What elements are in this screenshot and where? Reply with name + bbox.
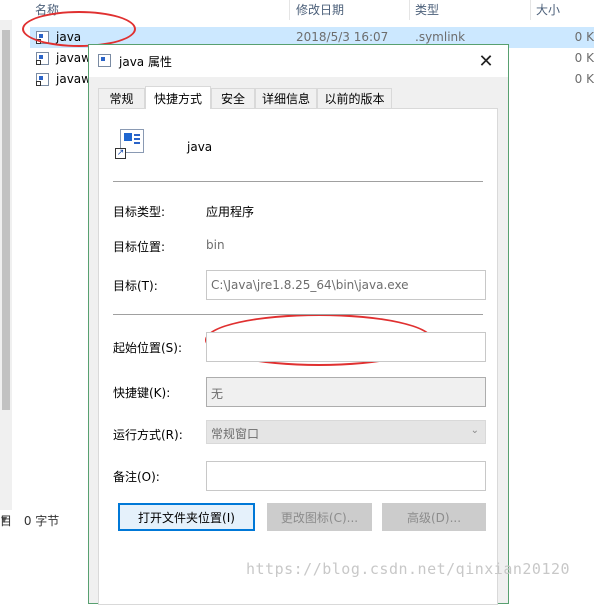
target-type-value: 应用程序 <box>206 205 255 219</box>
tab-details[interactable]: 详细信息 <box>255 88 317 108</box>
target-field[interactable]: C:\Java\jre1.8.25_64\bin\java.exe <box>206 270 486 300</box>
file-type: .symlink <box>415 30 466 44</box>
start-in-field[interactable] <box>206 332 486 362</box>
advanced-button[interactable]: 高级(D)... <box>382 503 486 531</box>
button-label: 打开文件夹位置(I) <box>138 510 235 525</box>
divider <box>113 181 483 182</box>
chevron-down-icon: ⌄ <box>470 425 479 436</box>
column-type[interactable]: 类型 <box>415 1 439 18</box>
change-icon-button[interactable]: 更改图标(C)... <box>267 503 372 531</box>
column-divider[interactable] <box>409 0 410 20</box>
hotkey-label: 快捷键(K): <box>113 386 171 400</box>
target-location-label: 目标位置: <box>113 240 166 254</box>
open-file-location-button[interactable]: 打开文件夹位置(I) <box>118 503 255 531</box>
file-size: 0 K <box>574 72 594 86</box>
icon-lines <box>134 134 140 146</box>
shortcut-large-icon: ↗ <box>115 129 145 159</box>
properties-dialog: java 属性 ✕ 常规 快捷方式 安全 详细信息 以前的版本 ↗ java 目… <box>88 44 509 605</box>
divider <box>113 314 483 315</box>
file-size: 0 K <box>574 51 594 65</box>
tab-label: 快捷方式 <box>153 91 202 106</box>
target-location-value: bin <box>206 238 225 252</box>
close-icon: ✕ <box>478 50 494 72</box>
hotkey-field[interactable]: 无 <box>206 377 486 407</box>
run-label: 运行方式(R): <box>113 428 183 442</box>
status-bar: 目 0 字节 <box>0 512 59 529</box>
file-date: 2018/5/3 16:07 <box>296 30 389 44</box>
file-name: javaw <box>56 51 91 65</box>
target-type-label: 目标类型: <box>113 205 166 219</box>
column-divider[interactable] <box>530 0 531 20</box>
close-button[interactable]: ✕ <box>464 45 508 77</box>
dialog-title: java 属性 <box>119 55 172 69</box>
column-size[interactable]: 大小 <box>536 1 560 18</box>
dialog-titlebar[interactable]: java 属性 ✕ <box>89 45 508 77</box>
watermark: https://blog.csdn.net/qinxian20120 <box>246 560 571 578</box>
shortcut-name: java <box>187 140 213 154</box>
icon-square <box>124 133 132 141</box>
target-label: 目标(T): <box>113 279 158 293</box>
tab-label: 安全 <box>220 92 245 106</box>
run-mode-value: 常规窗口 <box>211 427 260 441</box>
button-label: 更改图标(C)... <box>280 510 359 525</box>
annotation-circle <box>22 11 136 47</box>
comment-label: 备注(O): <box>113 470 160 484</box>
file-name: javaw <box>56 72 91 86</box>
tab-general[interactable]: 常规 <box>98 88 145 108</box>
tab-shortcut[interactable]: 快捷方式 <box>145 86 211 109</box>
shortcut-panel: ↗ java 目标类型: 应用程序 目标位置: bin 目标(T): C:\Ja… <box>98 108 498 605</box>
shortcut-file-icon <box>98 54 111 67</box>
run-mode-select[interactable]: 常规窗口 ⌄ <box>206 420 486 444</box>
scrollbar-thumb[interactable] <box>2 30 10 410</box>
tab-label: 以前的版本 <box>324 92 385 106</box>
button-label: 高级(D)... <box>406 510 462 525</box>
tab-label: 常规 <box>109 92 134 106</box>
tab-label: 详细信息 <box>261 92 310 106</box>
status-item-count: 目 <box>0 514 13 528</box>
column-date[interactable]: 修改日期 <box>296 1 344 18</box>
tab-security[interactable]: 安全 <box>211 88 255 108</box>
tab-previous-versions[interactable]: 以前的版本 <box>317 88 392 108</box>
start-in-label: 起始位置(S): <box>113 341 183 355</box>
file-size: 0 K <box>574 30 594 44</box>
vertical-scrollbar[interactable]: ▼ <box>0 20 12 524</box>
status-size: 0 字节 <box>23 514 60 528</box>
shortcut-file-icon <box>36 73 49 86</box>
shortcut-file-icon <box>36 52 49 65</box>
comment-field[interactable] <box>206 461 486 491</box>
column-divider[interactable] <box>289 0 290 20</box>
shortcut-arrow-icon: ↗ <box>115 148 126 159</box>
